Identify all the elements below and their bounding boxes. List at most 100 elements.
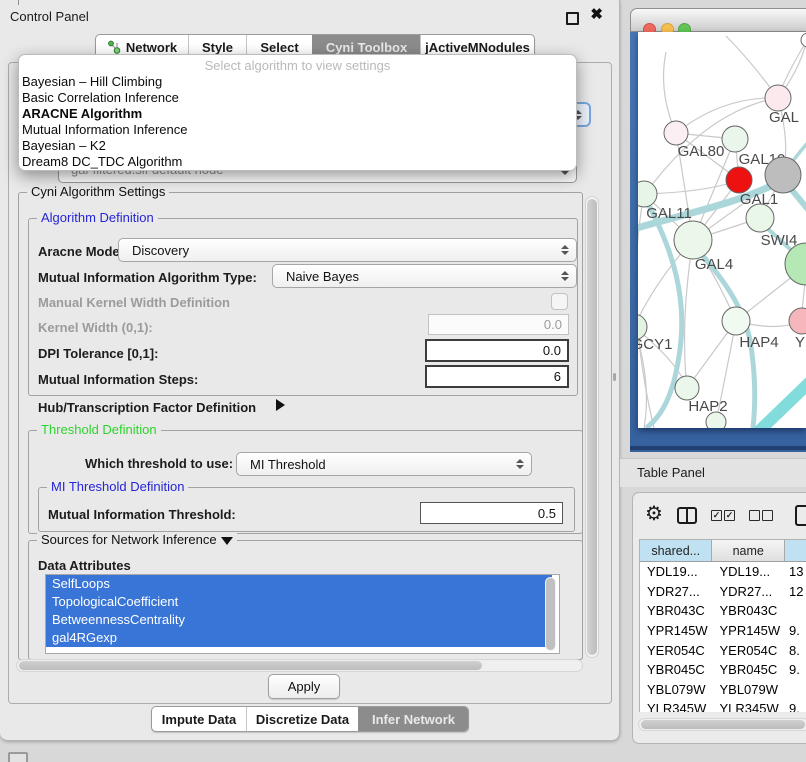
table-row[interactable]: YDL19...YDL19...13 [640,562,806,582]
table-row[interactable]: YBR045CYBR045C9. [640,660,806,680]
tab-label: Discretize Data [256,712,349,727]
close-icon[interactable]: ✖ [590,7,603,23]
disclosure-triangle-icon[interactable] [276,399,285,411]
which-threshold-value: MI Threshold [250,457,326,472]
columns-icon[interactable] [677,507,697,524]
which-threshold-combo[interactable]: MI Threshold [236,452,532,476]
tab-impute-data[interactable]: Impute Data [152,707,246,731]
mi-threshold-field[interactable]: 0.5 [420,502,563,524]
table-cell: YLR345W [712,699,784,712]
list-item[interactable]: gal4RGexp [46,629,552,647]
aracne-mode-label: Aracne Mode: [38,244,124,259]
dropdown-item[interactable]: ARACNE Algorithm [19,106,576,122]
column-header[interactable]: shared... [640,540,712,562]
checked-box-icon[interactable]: ✓ [711,510,722,521]
dock-button-partial[interactable] [8,752,28,762]
mi-threshold-label: Mutual Information Threshold: [48,507,236,522]
tab-infer-network[interactable]: Infer Network [358,707,468,731]
network-node[interactable] [706,412,726,428]
dpi-tolerance-label: DPI Tolerance [0,1]: [38,346,158,361]
manual-kernel-label: Manual Kernel Width Definition [38,295,230,310]
column-header[interactable]: name [712,540,784,562]
table-panel-bar: Table Panel [620,458,806,487]
manual-kernel-checkbox[interactable] [551,293,568,310]
settings-vertical-scrollbar[interactable] [585,196,599,658]
kernel-width-field[interactable]: 0.0 [428,314,569,335]
table-row[interactable]: YPR145WYPR145W9. [640,621,806,641]
list-item[interactable]: BetweennessCentrality [46,611,552,629]
settings-horizontal-scrollbar[interactable] [16,659,583,672]
dropdown-item[interactable]: Mutual Information Inference [19,122,576,138]
panel-title: Control Panel [10,9,89,24]
table-cell: YDL19... [640,562,712,582]
network-node[interactable] [801,33,806,47]
float-panel-icon[interactable] [566,12,579,25]
table-cell: YER054C [640,640,712,660]
network-node[interactable] [765,157,801,193]
table-row[interactable]: YLR345WYLR345W9. [640,699,806,712]
tab-label: jActiveMNodules [425,40,530,55]
aracne-mode-combo[interactable]: Discovery [118,238,577,262]
gear-icon[interactable]: ⚙ [645,504,663,524]
algorithm-dropdown-popup: Select algorithm to view settings Bayesi… [18,54,577,171]
unchecked-box-icon[interactable] [749,510,760,521]
table-row[interactable]: YBL079WYBL079W [640,680,806,700]
chevron-updown-icon [561,271,569,281]
network-canvas[interactable]: GALGAL80GAL10GAL1SWI4GAL11GAL4GCY1HAP4YH… [638,32,806,428]
checked-box-icon[interactable]: ✓ [724,510,735,521]
mi-type-combo[interactable]: Naive Bayes [272,264,577,288]
dropdown-item[interactable]: Dream8 DC_TDC Algorithm [19,154,576,170]
table-cell: YBL079W [712,680,784,700]
dropdown-item[interactable]: Bayesian – Hill Climbing [19,74,576,90]
mi-steps-field[interactable]: 6 [425,365,569,388]
hub-definition-label[interactable]: Hub/Transcription Factor Definition [38,400,256,415]
tab-label: Network [126,40,177,55]
list-scrollbar[interactable] [545,577,556,651]
network-window-titlebar[interactable] [630,8,806,32]
function-icon-partial[interactable] [795,505,806,526]
mi-type-value: Naive Bayes [286,269,359,284]
data-attributes-label: Data Attributes [38,558,131,573]
table-cell: 9. [785,621,806,641]
network-node-swi4[interactable] [746,204,774,232]
network-node-y[interactable] [789,308,806,334]
network-node-gal4[interactable] [674,221,712,259]
network-node-gal1[interactable] [726,167,752,193]
tab-discretize-data[interactable]: Discretize Data [246,707,358,731]
table-cell: 9. [785,699,806,712]
screen: Control Panel ✖ NetworkStyleSelectCyni T… [0,0,806,762]
node-label: GCY1 [638,336,672,353]
tab-label: Style [202,40,233,55]
collapse-triangle-icon[interactable] [221,537,233,545]
panel-divider-handle[interactable] [613,373,616,381]
table-row[interactable]: YDR27...YDR27...12 [640,582,806,602]
network-edge[interactable] [644,180,739,194]
node-label: HAP4 [739,334,778,351]
apply-button[interactable]: Apply [268,674,340,699]
dpi-tolerance-field[interactable]: 0.0 [425,339,569,362]
node-label: HAP2 [688,398,727,415]
network-node-hap4[interactable] [722,307,750,335]
network-node-gal80[interactable] [664,121,688,145]
network-node-hap2[interactable] [675,376,699,400]
network-edge[interactable] [756,380,806,428]
network-node-gal10[interactable] [722,126,748,152]
node-table[interactable]: shared...nameYDL19...YDL19...13YDR27...Y… [639,539,806,712]
dropdown-item[interactable]: Basic Correlation Inference [19,90,576,106]
table-row[interactable]: YBR043CYBR043C [640,601,806,621]
column-header[interactable] [785,540,806,562]
list-item[interactable]: TopologicalCoefficient [46,593,552,611]
table-horizontal-scrollbar[interactable] [638,718,806,731]
network-node-gal[interactable] [765,85,791,111]
unchecked-box-icon[interactable] [762,510,773,521]
network-edge[interactable] [685,240,693,388]
network-edge[interactable] [676,98,778,133]
data-attributes-list[interactable]: SelfLoopsTopologicalCoefficientBetweenne… [45,574,560,654]
network-edge[interactable] [780,42,806,92]
which-threshold-label: Which threshold to use: [85,456,233,471]
tab-label: Select [260,40,298,55]
table-row[interactable]: YER054CYER054C8. [640,640,806,660]
table-cell: YER054C [712,640,784,660]
dropdown-item[interactable]: Bayesian – K2 [19,138,576,154]
list-item[interactable]: SelfLoops [46,575,552,593]
